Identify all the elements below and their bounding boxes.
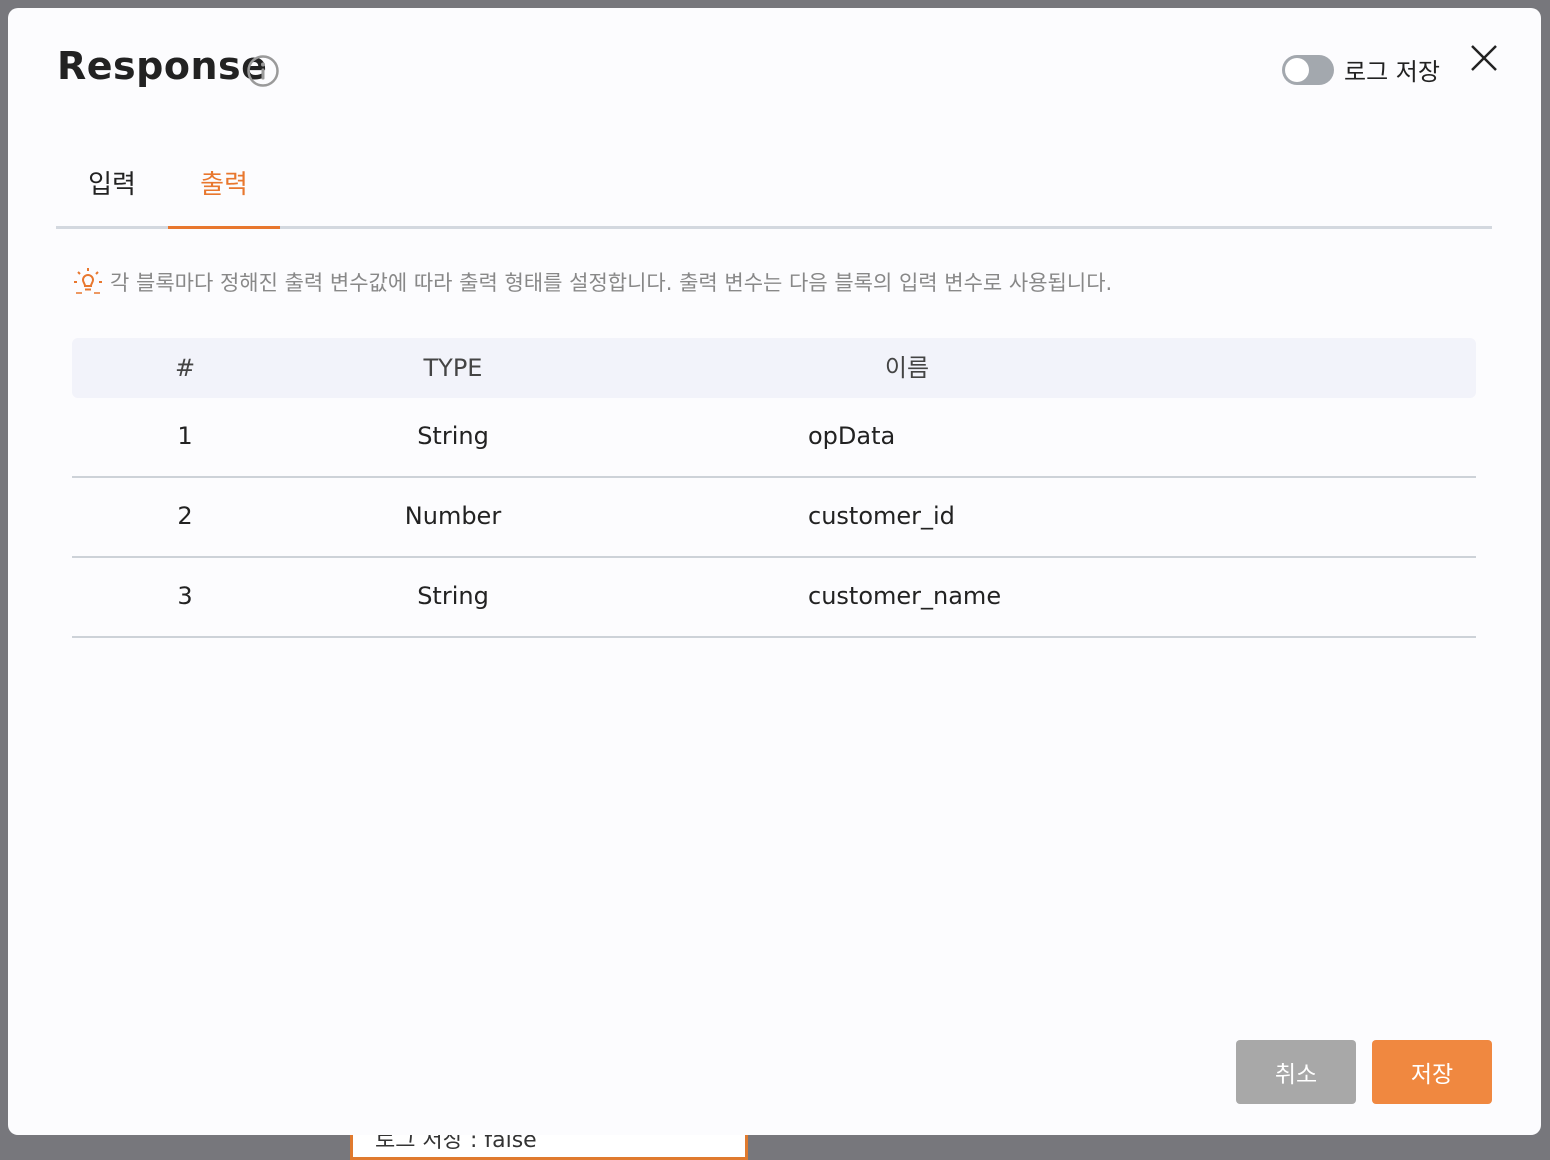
save-button[interactable]: 저장 bbox=[1372, 1040, 1492, 1104]
cancel-button[interactable]: 취소 bbox=[1236, 1040, 1356, 1104]
row-name: customer_name bbox=[808, 582, 1002, 610]
log-save-toggle[interactable] bbox=[1282, 55, 1334, 85]
log-save-label: 로그 저장 bbox=[1344, 58, 1440, 86]
header-number: # bbox=[174, 354, 196, 382]
row-type: String bbox=[417, 422, 489, 450]
header-name: 이름 bbox=[884, 354, 930, 382]
tab-input[interactable]: 입력 bbox=[56, 164, 168, 226]
modal-title: Response bbox=[57, 44, 268, 88]
response-modal: Response 로그 저장 입력 출력 각 블록마다 정해진 출력 변수값에 … bbox=[8, 8, 1541, 1135]
row-number: 3 bbox=[177, 582, 193, 610]
row-name: opData bbox=[808, 422, 896, 450]
hint-text: 각 블록마다 정해진 출력 변수값에 따라 출력 형태를 설정합니다. 출력 변… bbox=[110, 271, 1113, 295]
row-number: 1 bbox=[177, 422, 193, 450]
active-tab-indicator bbox=[168, 226, 280, 229]
info-icon[interactable] bbox=[246, 54, 280, 88]
row-type: String bbox=[417, 582, 489, 610]
table-row[interactable]: 1 String opData bbox=[72, 398, 1476, 478]
lightbulb-icon bbox=[74, 268, 102, 294]
row-type: Number bbox=[404, 502, 502, 530]
toggle-knob bbox=[1285, 58, 1309, 82]
row-name: customer_id bbox=[808, 502, 955, 530]
tab-output[interactable]: 출력 bbox=[168, 164, 280, 229]
row-number: 2 bbox=[177, 502, 193, 530]
tab-input-label: 입력 bbox=[88, 170, 136, 200]
header-type: TYPE bbox=[423, 354, 483, 382]
table-header: # TYPE 이름 bbox=[72, 338, 1476, 398]
hint-message: 각 블록마다 정해진 출력 변수값에 따라 출력 형태를 설정합니다. 출력 변… bbox=[72, 266, 1112, 298]
table-row[interactable]: 2 Number customer_id bbox=[72, 478, 1476, 558]
tab-output-label: 출력 bbox=[200, 170, 248, 200]
close-icon[interactable] bbox=[1466, 40, 1502, 76]
table-row[interactable]: 3 String customer_name bbox=[72, 558, 1476, 638]
tab-bar: 입력 출력 bbox=[56, 148, 1492, 229]
output-variables-table: # TYPE 이름 1 String opData 2 Number custo… bbox=[72, 338, 1476, 638]
